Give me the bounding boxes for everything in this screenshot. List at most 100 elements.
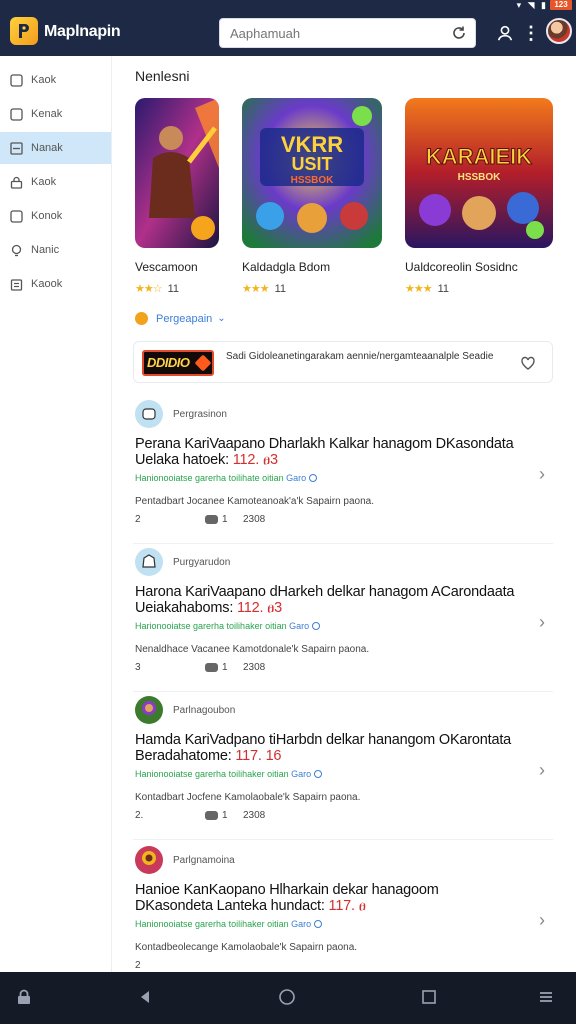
menu-icon[interactable]	[535, 986, 557, 1008]
category-filter-dropdown[interactable]: Pergeapain ⌄	[135, 312, 226, 325]
comment-count[interactable]: 1	[205, 514, 228, 525]
svg-text:HSSBOK: HSSBOK	[458, 172, 502, 183]
flame-icon	[194, 354, 212, 372]
game-thumbnail[interactable]	[135, 98, 219, 248]
main-content: Nenlesni Vescamoon ★★☆ 11 VKRR USIT HSSB…	[112, 56, 576, 972]
sidebar-item-2[interactable]: Kenak	[0, 98, 111, 130]
list-icon	[10, 141, 23, 155]
user-avatar-icon	[135, 548, 163, 576]
rating-value: 11	[274, 282, 287, 295]
app-logo-icon[interactable]	[10, 17, 38, 45]
game-thumbnail[interactable]: VKRR USIT HSSBOK	[242, 98, 382, 248]
comment-icon	[205, 515, 218, 524]
post-title-text: Hanioe KanKaopano Hlharkain dekar hanago…	[135, 882, 439, 914]
game-card[interactable]: VKRR USIT HSSBOK Kaldadgla Bdom ★★★ 11	[242, 98, 382, 295]
chevron-right-icon[interactable]: ›	[539, 464, 545, 485]
refresh-icon[interactable]	[451, 25, 467, 41]
post-description: Pentadbart Jocanee Kamoteanoak'a'k Sapai…	[135, 496, 374, 507]
more-options-icon[interactable]: ⋮	[520, 22, 542, 44]
game-thumbnail[interactable]: KARAIEIK HSSBOK	[405, 98, 553, 248]
comment-count[interactable]: 1	[205, 662, 228, 673]
sidebar: Kaok Kenak Nanak Kaok Konok Nanic Kaook	[0, 56, 112, 972]
game-name: Kaldadgla Bdom	[242, 260, 331, 274]
banner-logo-text: DDIDIO	[147, 355, 190, 370]
post-tags: Hanionooiatse garerha toilihate oitian G…	[135, 473, 318, 483]
avatar[interactable]	[546, 18, 572, 44]
post-tags: Harionooiatse garerha toilihaker oitian …	[135, 621, 321, 631]
post-title[interactable]: Hanioe KanKaopano Hlharkain dekar hanago…	[135, 882, 515, 914]
promo-banner[interactable]: DDIDIO Sadi Gidoleanetingarakam aennie/n…	[133, 341, 553, 383]
sidebar-item-label: Kaook	[31, 278, 63, 290]
list-item[interactable]: Purgyarudon Harona KariVaapano dHarkeh d…	[133, 544, 553, 692]
info-icon	[312, 622, 321, 630]
post-tags-link[interactable]: Garo	[291, 769, 311, 779]
sidebar-item-7[interactable]: Kaook	[0, 268, 111, 300]
lock-icon[interactable]	[13, 986, 35, 1008]
heart-icon[interactable]	[520, 355, 536, 371]
sidebar-item-6[interactable]: Nanic	[0, 234, 111, 266]
list-item[interactable]: Parlgnamoina Hanioe KanKaopano Hlharkain…	[133, 842, 553, 990]
post-description: Nenaldhace Vacanee Kamotdonale'k Sapairn…	[135, 644, 370, 655]
sidebar-item-1[interactable]: Kaok	[0, 64, 111, 96]
post-tags-text: Hanionooiatse garerha toilihaker oitian	[135, 769, 292, 779]
search-box[interactable]	[219, 18, 476, 48]
post-title-text: Hamda KariVadpano tiHarbdn delkar hanang…	[135, 732, 512, 764]
signal-icon: ▾ ◥ ▮	[516, 0, 548, 10]
sidebar-item-4[interactable]: Kaok	[0, 166, 111, 198]
post-title[interactable]: Perana KariVaapano Dharlakh Kalkar hanag…	[135, 436, 515, 468]
post-tags-link[interactable]: Garo	[289, 621, 309, 631]
post-title-number: 112. ፀ3	[236, 600, 283, 616]
chevron-right-icon[interactable]: ›	[539, 612, 545, 633]
chevron-right-icon[interactable]: ›	[539, 760, 545, 781]
game-rating: ★★★ 11	[242, 282, 382, 296]
bulb-icon	[10, 244, 23, 257]
user-icon[interactable]	[494, 22, 516, 44]
sidebar-item-5[interactable]: Konok	[0, 200, 111, 232]
sidebar-item-label: Nanic	[31, 244, 60, 256]
post-count: 2	[135, 514, 141, 525]
post-username: Parlgnamoina	[173, 854, 235, 866]
list-item[interactable]: Pergrasinon Perana KariVaapano Dharlakh …	[133, 396, 553, 544]
recents-icon[interactable]	[418, 986, 440, 1008]
post-title-text: Perana KariVaapano Dharlakh Kalkar hanag…	[135, 436, 514, 468]
filter-label: Pergeapain	[156, 312, 213, 325]
game-name: Ualdcoreolin Sosidnc	[405, 260, 518, 274]
sidebar-item-3-active[interactable]: Nanak	[0, 132, 111, 164]
post-username: Pergrasinon	[173, 408, 227, 420]
rating-value: 11	[437, 282, 450, 295]
post-tags-link[interactable]: Garo	[286, 473, 306, 483]
user-avatar-icon	[135, 400, 163, 428]
chevron-right-icon[interactable]: ›	[539, 910, 545, 931]
list-item[interactable]: Parlnagoubon Hamda KariVadpano tiHarbdn …	[133, 692, 553, 840]
back-icon[interactable]	[134, 986, 156, 1008]
post-username: Parlnagoubon	[173, 704, 236, 716]
sidebar-item-label: Kaok	[31, 74, 57, 86]
post-count: 2	[135, 960, 141, 971]
search-input[interactable]	[220, 19, 440, 47]
post-title[interactable]: Harona KariVaapano dHarkeh delkar hanago…	[135, 584, 515, 616]
sidebar-item-label: Konok	[31, 210, 63, 222]
post-time: 2308	[243, 662, 266, 673]
checkbox-icon	[10, 107, 23, 121]
star-rating-icon: ★★★	[242, 283, 270, 295]
info-icon	[314, 770, 323, 778]
post-description: Kontadbeolecange Kamolaobale'k Sapairn p…	[135, 942, 358, 953]
post-count: 2.	[135, 810, 144, 821]
post-tags-link[interactable]: Garo	[291, 919, 311, 929]
banner-text: Sadi Gidoleanetingarakam aennie/nergamte…	[226, 351, 494, 362]
post-count: 3	[135, 662, 141, 673]
game-card[interactable]: Vescamoon ★★☆ 11	[135, 98, 219, 295]
post-title-text: Harona KariVaapano dHarkeh delkar hanago…	[135, 584, 515, 616]
comment-icon	[205, 811, 218, 820]
home-icon[interactable]	[276, 986, 298, 1008]
post-title-number: 117. ፀ	[328, 898, 366, 914]
post-title-number: 117. 16	[235, 748, 282, 764]
post-title[interactable]: Hamda KariVadpano tiHarbdn delkar hanang…	[135, 732, 515, 764]
post-time: 2308	[243, 514, 266, 525]
comment-count[interactable]: 1	[205, 810, 228, 821]
post-time: 2308	[243, 810, 266, 821]
info-icon	[314, 920, 323, 928]
sidebar-item-label: Kenak	[31, 108, 63, 120]
game-card[interactable]: KARAIEIK HSSBOK Ualdcoreolin Sosidnc ★★★…	[405, 98, 553, 295]
banner-logo: DDIDIO	[142, 350, 214, 376]
